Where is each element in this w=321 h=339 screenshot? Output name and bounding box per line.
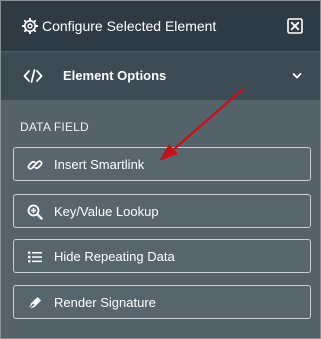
pen-icon xyxy=(28,297,41,310)
link-icon xyxy=(27,160,43,170)
key-value-lookup-button[interactable]: Key/Value Lookup xyxy=(13,194,311,228)
data-field-section-label: DATA FIELD xyxy=(20,120,89,134)
insert-smartlink-label: Insert Smartlink xyxy=(54,157,145,172)
element-options-label: Element Options xyxy=(63,68,167,83)
close-icon[interactable] xyxy=(287,18,303,34)
hide-repeating-data-label: Hide Repeating Data xyxy=(54,249,175,264)
render-signature-button[interactable]: Render Signature xyxy=(13,285,311,319)
panel-header: Configure Selected Element xyxy=(1,1,320,51)
key-value-lookup-label: Key/Value Lookup xyxy=(54,204,159,219)
gear-icon xyxy=(22,18,38,34)
element-options-toggle[interactable]: Element Options xyxy=(1,51,320,100)
render-signature-label: Render Signature xyxy=(54,295,156,310)
code-icon xyxy=(23,69,43,83)
chevron-down-icon xyxy=(292,73,302,79)
panel-title: Configure Selected Element xyxy=(42,18,217,34)
zoom-in-icon xyxy=(27,204,43,220)
insert-smartlink-button[interactable]: Insert Smartlink xyxy=(13,147,311,181)
list-icon xyxy=(28,251,42,263)
configure-panel: Configure Selected Element Element Optio… xyxy=(0,0,321,339)
hide-repeating-data-button[interactable]: Hide Repeating Data xyxy=(13,239,311,273)
